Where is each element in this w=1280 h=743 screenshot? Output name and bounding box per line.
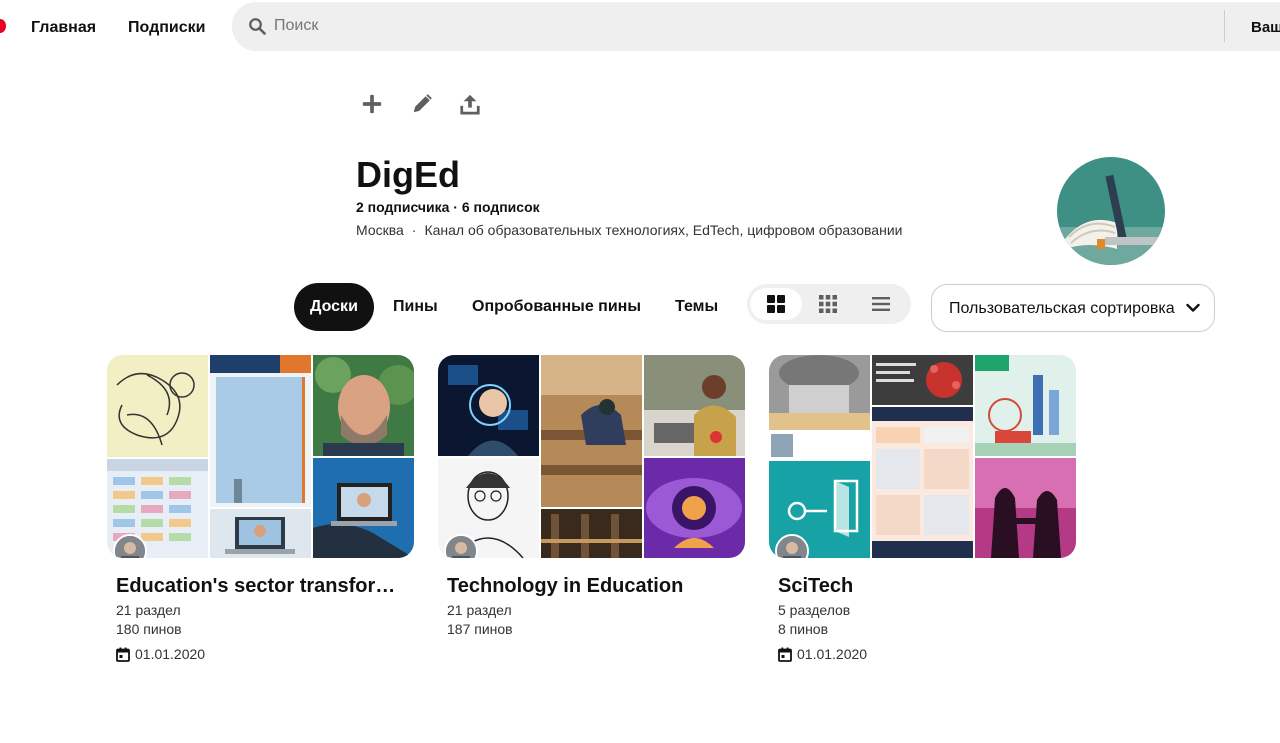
- board-date-text: 01.01.2020: [797, 646, 868, 662]
- chevron-down-icon[interactable]: [1186, 302, 1200, 314]
- board-tile-image: [872, 355, 973, 405]
- tab-tried-pins[interactable]: Опробованные пины: [456, 283, 657, 331]
- board-tile-image: [541, 355, 642, 507]
- share-icon[interactable]: [459, 93, 481, 115]
- board-title[interactable]: SciTech: [778, 575, 1068, 598]
- sort-label[interactable]: Пользовательская сортировка: [949, 300, 1175, 318]
- grid-small-icon: [819, 295, 837, 313]
- profile-avatar[interactable]: [1057, 157, 1165, 265]
- board-title[interactable]: Technology in Education: [447, 575, 737, 598]
- profile-follow-stats[interactable]: 2 подписчика · 6 подписок: [356, 199, 540, 215]
- board-tile-image: [769, 355, 870, 430]
- board-sections: 21 раздел: [116, 602, 181, 618]
- pinterest-logo[interactable]: [0, 19, 6, 33]
- search-input[interactable]: [274, 14, 1174, 38]
- calendar-icon: [778, 647, 792, 662]
- board-tile-image: [975, 355, 1076, 456]
- grid-large-icon: [767, 295, 785, 313]
- tab-themes[interactable]: Темы: [659, 283, 734, 331]
- board-pins: 187 пинов: [447, 621, 513, 637]
- board-cover[interactable]: [438, 355, 745, 558]
- board-sections: 21 раздел: [447, 602, 512, 618]
- board-tile-image: [872, 407, 973, 558]
- board-tile-image: [313, 458, 414, 558]
- grid-small-button[interactable]: [802, 288, 854, 320]
- list-icon: [872, 297, 890, 311]
- header-cut-label[interactable]: Ваш: [1251, 19, 1280, 36]
- board-card[interactable]: SciTech 5 разделов 8 пинов 01.01.2020: [769, 355, 1076, 662]
- profile-description: Канал об образовательных технологиях, Ed…: [424, 222, 903, 238]
- board-title[interactable]: Education's sector transformation: [116, 575, 406, 598]
- nav-home[interactable]: Главная: [31, 19, 96, 37]
- search-icon: [249, 18, 266, 35]
- search-divider: [1224, 10, 1225, 42]
- grid-large-button[interactable]: [750, 288, 802, 320]
- profile-location: Москва: [356, 222, 404, 238]
- board-tile-image: [644, 458, 745, 558]
- board-card[interactable]: Education's sector transformation 21 раз…: [107, 355, 414, 662]
- board-sections: 5 разделов: [778, 602, 851, 618]
- board-tile-image: [644, 355, 745, 456]
- plus-icon[interactable]: [361, 93, 383, 115]
- board-cover[interactable]: [769, 355, 1076, 558]
- nav-subscriptions[interactable]: Подписки: [128, 19, 205, 37]
- board-card[interactable]: Technology in Education 21 раздел 187 пи…: [438, 355, 745, 637]
- profile-meta: Москва · Канал об образовательных технолог…: [356, 222, 902, 238]
- edit-icon[interactable]: [411, 93, 433, 115]
- board-tile-image: [975, 458, 1076, 558]
- board-pins: 8 пинов: [778, 621, 829, 637]
- board-tile-image: [210, 355, 311, 507]
- board-date-text: 01.01.2020: [135, 646, 206, 662]
- board-tile-image: [541, 509, 642, 558]
- board-date: 01.01.2020: [778, 646, 867, 662]
- tab-boards[interactable]: Доски: [294, 283, 374, 331]
- board-tile-image: [438, 355, 539, 456]
- board-tile-image: [107, 355, 208, 457]
- board-tile-image: [210, 509, 311, 558]
- meta-separator: ·: [411, 222, 417, 238]
- board-cover[interactable]: [107, 355, 414, 558]
- board-tile-image: [769, 432, 870, 459]
- calendar-icon: [116, 647, 130, 662]
- board-date: 01.01.2020: [116, 646, 205, 662]
- tab-pins[interactable]: Пины: [377, 283, 454, 331]
- board-pins: 180 пинов: [116, 621, 182, 637]
- list-button[interactable]: [855, 288, 907, 320]
- board-tile-image: [313, 355, 414, 456]
- profile-name: DigEd: [356, 154, 460, 195]
